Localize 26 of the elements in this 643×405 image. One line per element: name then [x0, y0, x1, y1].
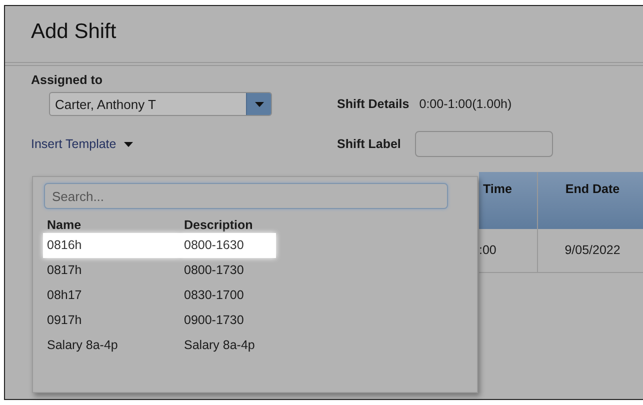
dialog-title: Add Shift: [30, 19, 118, 45]
template-name[interactable]: 08h17: [43, 283, 180, 308]
template-name[interactable]: Salary 8a-4p: [43, 333, 180, 358]
template-description[interactable]: 0800-1630: [180, 233, 276, 258]
column-header: Time: [479, 172, 538, 229]
template-name[interactable]: 0816h: [43, 233, 180, 258]
template-description[interactable]: 0830-1700: [180, 283, 276, 308]
assigned-to-label: Assigned to: [31, 73, 104, 87]
search-field[interactable]: Search...: [44, 183, 448, 209]
template-description[interactable]: 0800-1730: [180, 258, 276, 283]
table-cell: 9/05/2022: [538, 229, 643, 273]
template-name[interactable]: 0817h: [43, 258, 180, 283]
column-header: Name: [46, 217, 82, 233]
assignee-select[interactable]: Carter, Anthony T: [49, 92, 272, 116]
shift-label-field[interactable]: [414, 131, 553, 157]
template-name[interactable]: 0917h: [43, 308, 180, 333]
caret-icon: [254, 102, 264, 106]
shift-details-label: Shift Details: [337, 97, 410, 111]
shift-details-value: 0:00-1:00(1.00h): [419, 97, 512, 111]
table-cell: :00: [479, 229, 538, 273]
column-header: End Date: [538, 172, 643, 229]
insert-template-link[interactable]: Insert Template: [31, 137, 337, 151]
shift-label-label: Shift Label: [337, 137, 401, 151]
template-description[interactable]: Salary 8a-4p: [180, 333, 276, 358]
template-description[interactable]: 0900-1730: [180, 308, 276, 333]
column-header: Description: [183, 217, 254, 233]
